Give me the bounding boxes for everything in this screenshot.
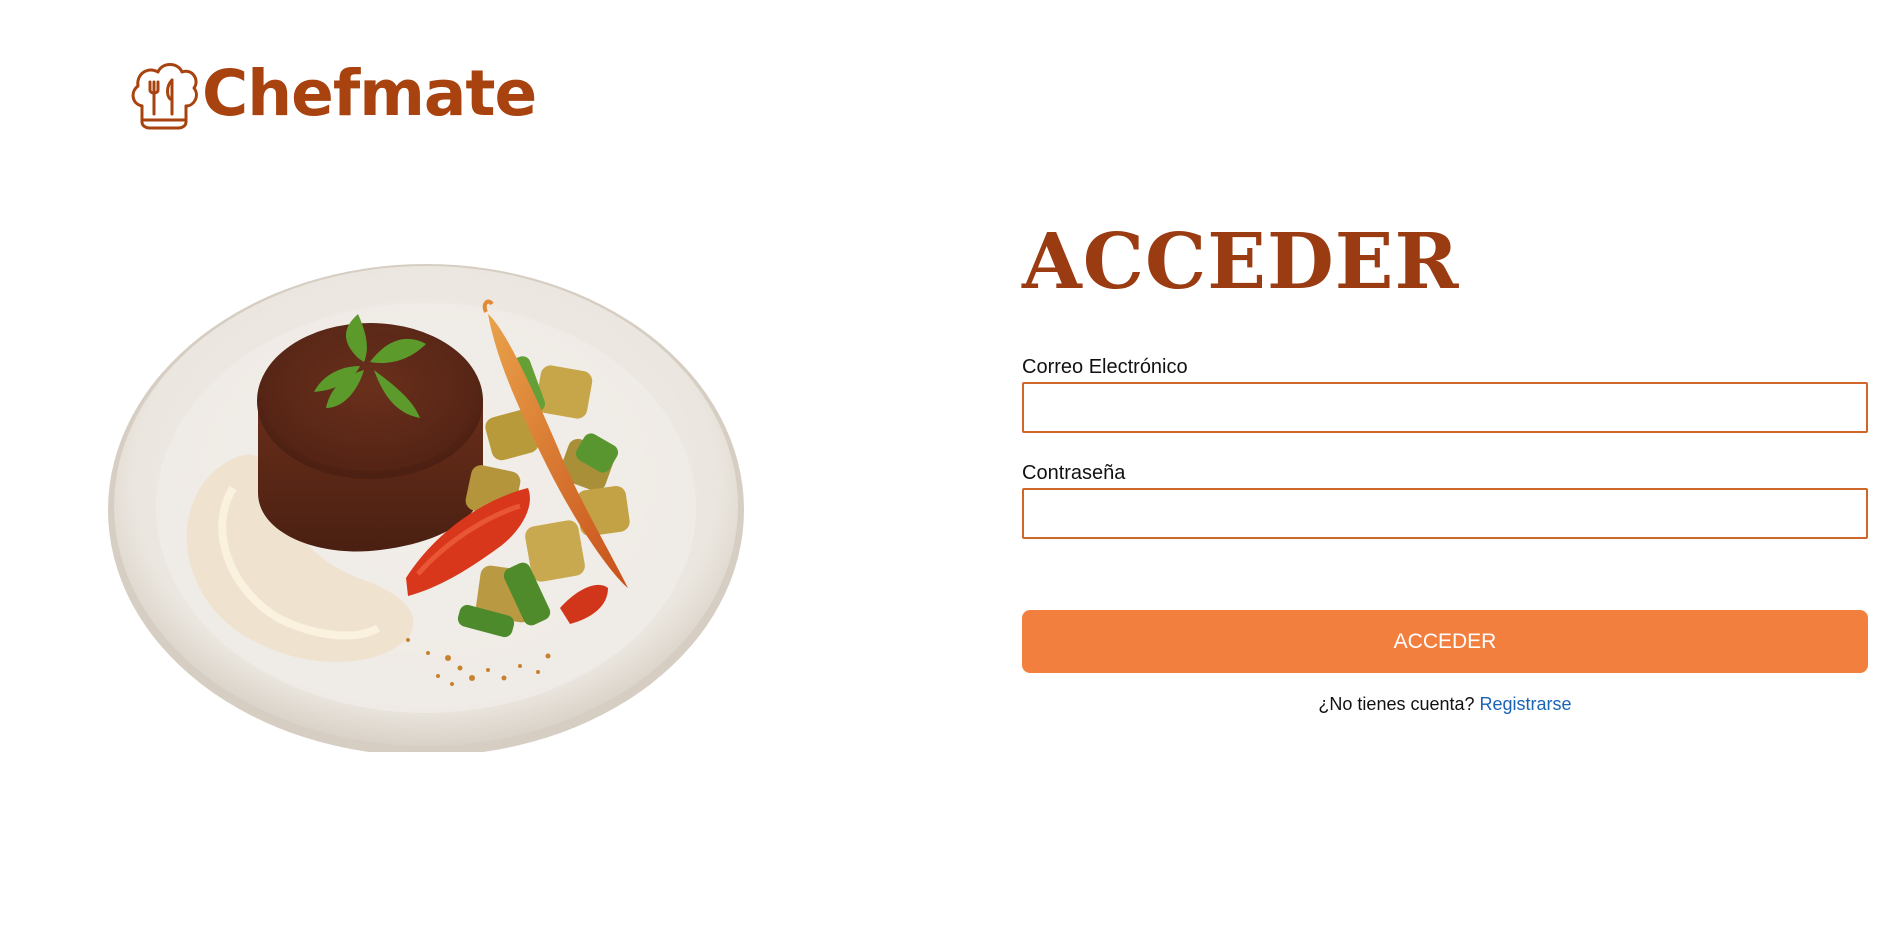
email-field-group: Correo Electrónico — [1022, 356, 1868, 433]
brand-name: Chefmate — [202, 56, 537, 130]
login-page: Chefmate ACCEDER Correo Electrónico Cont… — [0, 0, 1897, 927]
password-input[interactable] — [1022, 488, 1868, 539]
brand-logo[interactable]: Chefmate — [128, 56, 537, 130]
chef-hat-icon — [131, 63, 198, 130]
page-title: ACCEDER — [1022, 217, 1460, 307]
no-account-text: ¿No tienes cuenta? — [1318, 694, 1475, 714]
login-form: ACCEDER Correo Electrónico Contraseña AC… — [1022, 217, 1868, 714]
register-prompt: ¿No tienes cuenta? Registrarse — [1022, 694, 1868, 715]
email-input[interactable] — [1022, 382, 1868, 433]
login-submit-button[interactable]: ACCEDER — [1022, 610, 1868, 673]
register-link[interactable]: Registrarse — [1480, 694, 1572, 714]
plate-steak-vegetables-image — [108, 258, 748, 756]
email-label: Correo Electrónico — [1022, 356, 1188, 378]
password-field-group: Contraseña — [1022, 462, 1868, 539]
password-label: Contraseña — [1022, 462, 1126, 484]
